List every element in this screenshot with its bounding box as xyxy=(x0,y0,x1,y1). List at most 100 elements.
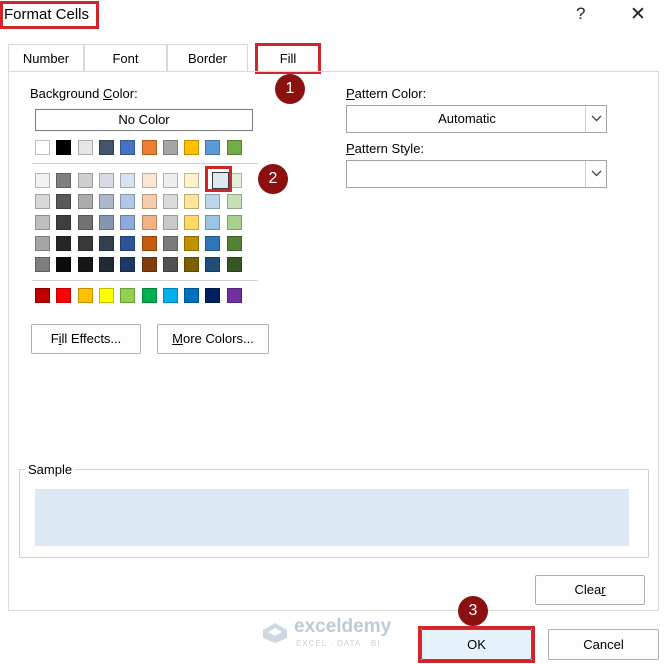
color-swatch-shade-2-2[interactable] xyxy=(78,215,93,230)
close-button[interactable]: ✕ xyxy=(630,3,646,26)
ok-button-highlight-box xyxy=(418,626,535,663)
color-swatch-theme-2[interactable] xyxy=(78,140,93,155)
color-swatch-shade-2-0[interactable] xyxy=(35,215,50,230)
color-swatch-theme-6[interactable] xyxy=(163,140,178,155)
chevron-down-icon[interactable] xyxy=(585,161,606,187)
color-swatch-shade-3-1[interactable] xyxy=(56,236,71,251)
exceldemy-watermark: exceldemy EXCEL · DATA · BI xyxy=(262,616,412,652)
color-swatch-shade-2-3[interactable] xyxy=(99,215,114,230)
exceldemy-logo-icon xyxy=(263,623,287,643)
color-swatch-shade-4-6[interactable] xyxy=(163,257,178,272)
color-swatch-standard-0[interactable] xyxy=(35,288,50,303)
color-swatch-shade-0-4[interactable] xyxy=(120,173,135,188)
no-color-button[interactable]: No Color xyxy=(35,109,253,131)
color-swatch-shade-2-6[interactable] xyxy=(163,215,178,230)
color-swatch-shade-3-5[interactable] xyxy=(142,236,157,251)
color-swatch-standard-5[interactable] xyxy=(142,288,157,303)
color-swatch-standard-9[interactable] xyxy=(227,288,242,303)
pattern-color-dropdown[interactable]: Automatic xyxy=(346,105,607,133)
color-swatch-theme-1[interactable] xyxy=(56,140,71,155)
color-swatch-shade-1-7[interactable] xyxy=(184,194,199,209)
color-swatch-shade-2-5[interactable] xyxy=(142,215,157,230)
background-color-label: Background Color: xyxy=(30,86,138,101)
color-swatch-shade-3-3[interactable] xyxy=(99,236,114,251)
color-swatch-shade-4-8[interactable] xyxy=(205,257,220,272)
color-swatch-shade-4-4[interactable] xyxy=(120,257,135,272)
watermark-name: exceldemy xyxy=(294,616,392,637)
color-swatch-theme-8[interactable] xyxy=(205,140,220,155)
cancel-button[interactable]: Cancel xyxy=(548,629,659,660)
color-swatch-standard-4[interactable] xyxy=(120,288,135,303)
color-swatch-shade-3-7[interactable] xyxy=(184,236,199,251)
color-swatch-shade-1-1[interactable] xyxy=(56,194,71,209)
tab-number[interactable]: Number xyxy=(8,44,84,72)
color-swatch-shade-1-5[interactable] xyxy=(142,194,157,209)
color-swatch-shade-3-9[interactable] xyxy=(227,236,242,251)
color-swatch-theme-4[interactable] xyxy=(120,140,135,155)
color-swatch-shade-3-8[interactable] xyxy=(205,236,220,251)
title-highlight-box xyxy=(0,1,99,29)
color-swatch-standard-1[interactable] xyxy=(56,288,71,303)
color-swatch-shade-1-2[interactable] xyxy=(78,194,93,209)
color-swatch-shade-2-1[interactable] xyxy=(56,215,71,230)
format-cells-dialog: Format Cells ? ✕ Number Font Border Fill… xyxy=(0,0,668,664)
pattern-style-dropdown[interactable] xyxy=(346,160,607,188)
color-swatch-shade-4-0[interactable] xyxy=(35,257,50,272)
color-swatch-shade-1-8[interactable] xyxy=(205,194,220,209)
color-swatch-shade-0-3[interactable] xyxy=(99,173,114,188)
color-swatch-theme-0[interactable] xyxy=(35,140,50,155)
tab-border[interactable]: Border xyxy=(167,44,248,72)
palette-divider-bottom xyxy=(32,280,258,281)
more-colors-button[interactable]: More Colors... xyxy=(157,324,269,354)
color-swatch-shade-1-6[interactable] xyxy=(163,194,178,209)
palette-divider-top xyxy=(32,163,258,164)
color-swatch-shade-3-2[interactable] xyxy=(78,236,93,251)
color-swatch-shade-3-4[interactable] xyxy=(120,236,135,251)
color-swatch-shade-0-1[interactable] xyxy=(56,173,71,188)
fill-effects-button[interactable]: Fill Effects... xyxy=(31,324,141,354)
chevron-down-icon[interactable] xyxy=(585,106,606,132)
pattern-style-label: Pattern Style: xyxy=(346,141,425,156)
watermark-tagline: EXCEL · DATA · BI xyxy=(296,639,381,648)
color-swatch-shade-3-6[interactable] xyxy=(163,236,178,251)
color-swatch-theme-9[interactable] xyxy=(227,140,242,155)
color-swatch-shade-2-4[interactable] xyxy=(120,215,135,230)
color-swatch-shade-4-3[interactable] xyxy=(99,257,114,272)
color-swatch-theme-7[interactable] xyxy=(184,140,199,155)
color-swatch-shade-0-2[interactable] xyxy=(78,173,93,188)
color-swatch-shade-2-8[interactable] xyxy=(205,215,220,230)
color-swatch-theme-5[interactable] xyxy=(142,140,157,155)
color-swatch-shade-4-5[interactable] xyxy=(142,257,157,272)
color-swatch-standard-6[interactable] xyxy=(163,288,178,303)
color-swatch-standard-8[interactable] xyxy=(205,288,220,303)
help-button[interactable]: ? xyxy=(576,4,585,24)
color-swatch-shade-1-9[interactable] xyxy=(227,194,242,209)
color-swatch-theme-3[interactable] xyxy=(99,140,114,155)
color-swatch-shade-3-0[interactable] xyxy=(35,236,50,251)
step-badge-3: 3 xyxy=(458,596,488,626)
clear-button[interactable]: Clear xyxy=(535,575,645,605)
color-swatch-shade-0-6[interactable] xyxy=(163,173,178,188)
color-swatch-shade-0-0[interactable] xyxy=(35,173,50,188)
color-swatch-shade-4-1[interactable] xyxy=(56,257,71,272)
color-swatch-shade-4-7[interactable] xyxy=(184,257,199,272)
color-swatch-shade-2-9[interactable] xyxy=(227,215,242,230)
color-swatch-standard-7[interactable] xyxy=(184,288,199,303)
color-swatch-shade-4-9[interactable] xyxy=(227,257,242,272)
tab-font[interactable]: Font xyxy=(84,44,167,72)
color-swatch-shade-2-7[interactable] xyxy=(184,215,199,230)
fill-tab-highlight-box xyxy=(255,43,321,74)
color-swatch-shade-0-5[interactable] xyxy=(142,173,157,188)
step-badge-2: 2 xyxy=(258,164,288,194)
pattern-color-label: Pattern Color: xyxy=(346,86,427,101)
color-swatch-shade-0-7[interactable] xyxy=(184,173,199,188)
sample-preview xyxy=(35,489,629,546)
color-swatch-shade-4-2[interactable] xyxy=(78,257,93,272)
selected-swatch-highlight-box xyxy=(205,166,232,192)
color-swatch-shade-1-0[interactable] xyxy=(35,194,50,209)
color-swatch-shade-1-3[interactable] xyxy=(99,194,114,209)
pattern-color-value: Automatic xyxy=(438,111,496,126)
color-swatch-standard-2[interactable] xyxy=(78,288,93,303)
color-swatch-shade-1-4[interactable] xyxy=(120,194,135,209)
color-swatch-standard-3[interactable] xyxy=(99,288,114,303)
